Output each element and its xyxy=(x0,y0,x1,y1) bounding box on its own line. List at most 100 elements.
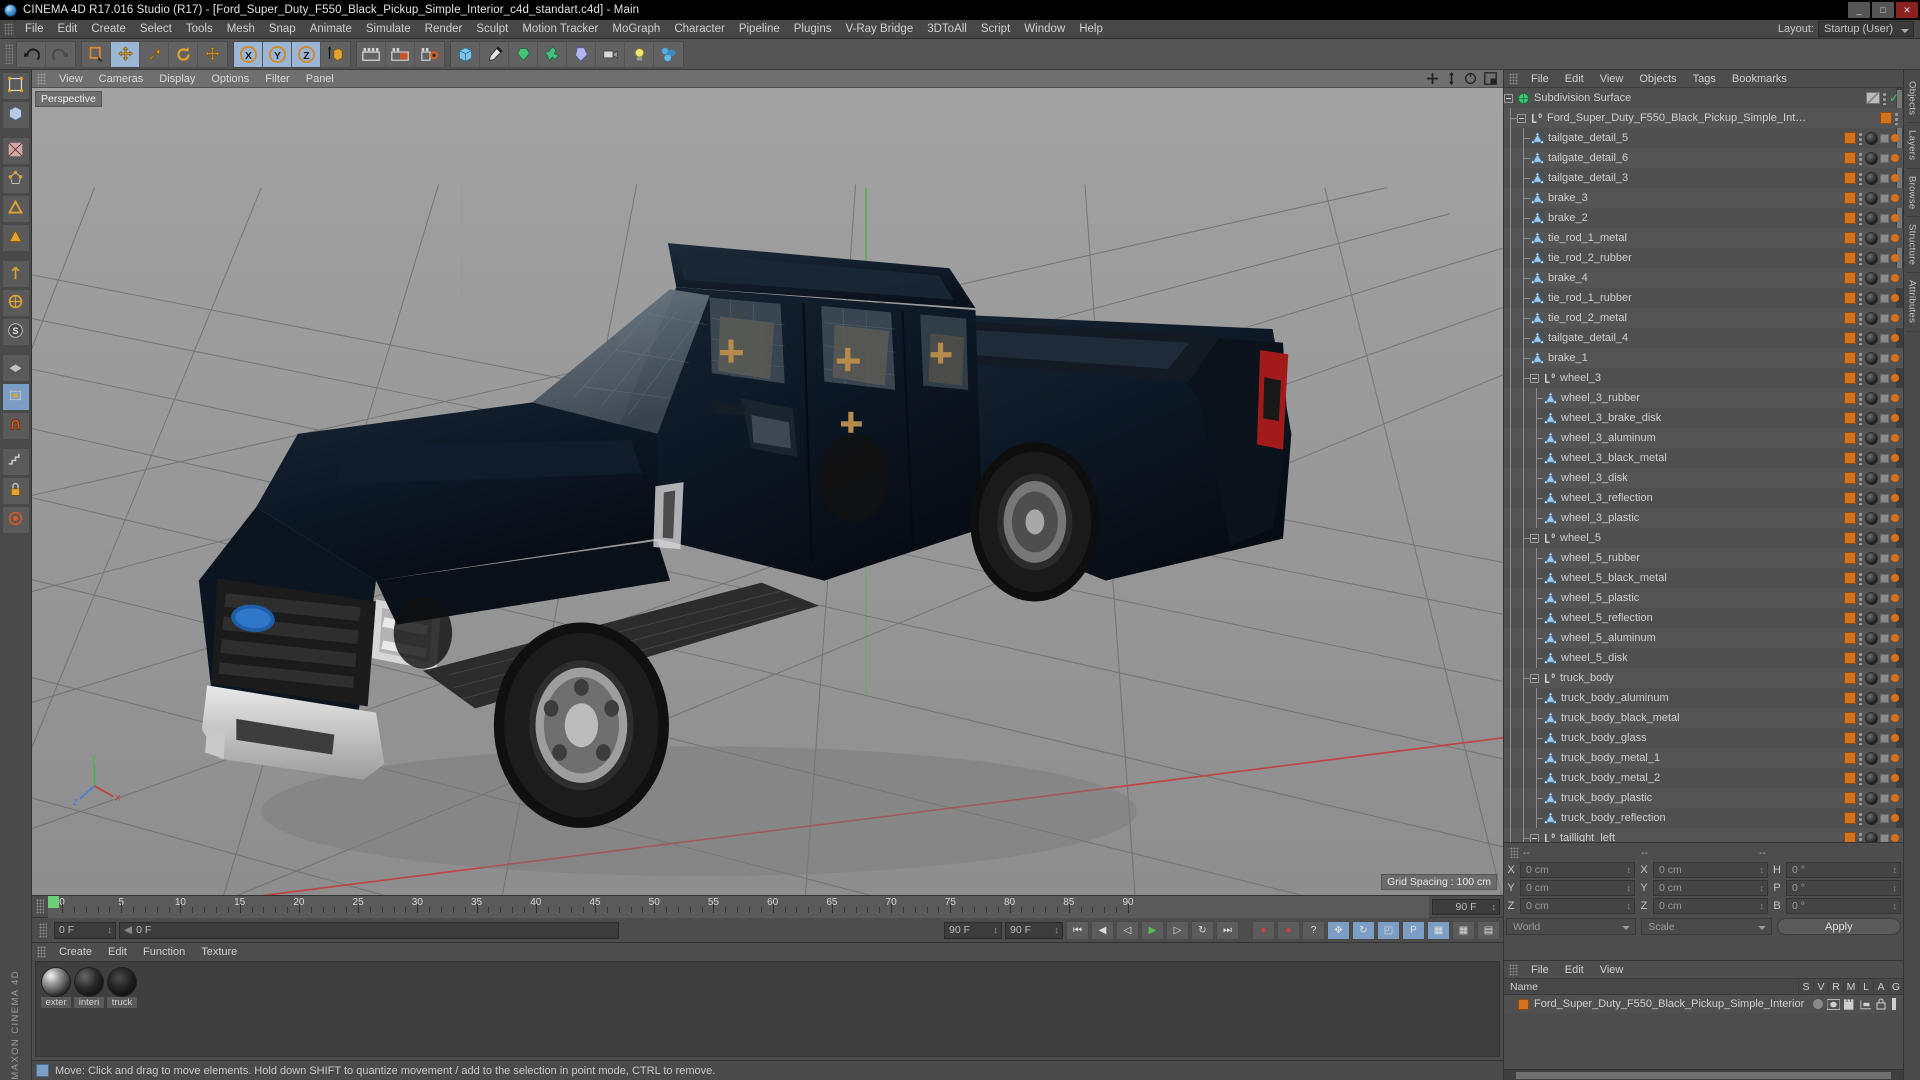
timeline-button[interactable]: ▤ xyxy=(1477,920,1500,940)
perspective-viewport[interactable]: Perspective Grid Spacing : 100 cm y x z xyxy=(32,88,1503,895)
material-chip-icon[interactable] xyxy=(1865,411,1878,425)
camera-button[interactable] xyxy=(596,41,625,67)
timeline-ruler[interactable]: 0 5 10 15 20 25 30 35 40 45 50 55 60 65 70 75 80 85 90 xyxy=(48,895,1429,918)
material-tag[interactable] xyxy=(1844,352,1856,364)
material-chip-icon[interactable] xyxy=(1865,211,1878,225)
menu-item-create[interactable]: Create xyxy=(84,22,133,36)
uv-tag-icon[interactable] xyxy=(1880,793,1889,803)
object-row[interactable]: tailgate_detail_3 xyxy=(1504,168,1903,188)
material-tag[interactable] xyxy=(1844,252,1856,264)
menu-item-file[interactable]: File xyxy=(18,22,51,36)
material-tag[interactable] xyxy=(1844,312,1856,324)
menu-grip-icon[interactable] xyxy=(4,22,14,36)
object-row[interactable]: tie_rod_2_metal xyxy=(1504,308,1903,328)
add-cube-button[interactable] xyxy=(451,41,480,67)
render-view-button[interactable] xyxy=(357,41,386,67)
uv-tag-icon[interactable] xyxy=(1880,773,1889,783)
timeline-end-field[interactable]: 90 F xyxy=(1432,898,1500,915)
material-tag[interactable] xyxy=(1844,172,1856,184)
object-row[interactable]: truck_body_reflection xyxy=(1504,808,1903,828)
render-settings-button[interactable] xyxy=(415,42,444,67)
material-tag[interactable] xyxy=(1844,452,1856,464)
material-tag[interactable] xyxy=(1844,332,1856,344)
material-tag[interactable] xyxy=(1844,552,1856,564)
material-chip-icon[interactable] xyxy=(1865,791,1878,805)
object-row[interactable]: wheel_5_black_metal xyxy=(1504,568,1903,588)
selection-tag-icon[interactable] xyxy=(1891,534,1899,542)
light-button[interactable] xyxy=(625,41,654,67)
selection-tag-icon[interactable] xyxy=(1891,414,1899,422)
selection-tag-icon[interactable] xyxy=(1891,454,1899,462)
object-row[interactable]: 0 taillight_left xyxy=(1504,828,1903,842)
object-row[interactable]: truck_body_black_metal xyxy=(1504,708,1903,728)
uv-tag-icon[interactable] xyxy=(1880,833,1889,842)
enabled-check-icon[interactable]: ✓ xyxy=(1889,91,1899,105)
manager-icon[interactable] xyxy=(1860,999,1872,1010)
model-mode-button[interactable] xyxy=(1,101,30,129)
material-grip-icon[interactable] xyxy=(37,946,46,958)
orbit-icon[interactable] xyxy=(1464,72,1477,85)
scale-key-button[interactable]: ◰ xyxy=(1377,920,1400,940)
uv-tag-icon[interactable] xyxy=(1880,513,1889,523)
coordinate-space-dropdown[interactable]: World xyxy=(1506,918,1637,935)
world-object-toggle[interactable] xyxy=(321,42,350,67)
size-input[interactable]: 0 cm xyxy=(1653,898,1768,914)
position-input[interactable]: 0 cm xyxy=(1520,862,1635,878)
rotation-input[interactable]: 0 ° xyxy=(1786,862,1901,878)
uv-tag-icon[interactable] xyxy=(1880,453,1889,463)
viewport-menu-panel[interactable]: Panel xyxy=(298,73,342,85)
uv-tag-icon[interactable] xyxy=(1880,713,1889,723)
material-chip-icon[interactable] xyxy=(1865,731,1878,745)
material-tag[interactable] xyxy=(1844,592,1856,604)
material-chip-icon[interactable] xyxy=(1865,511,1878,525)
material-tag[interactable] xyxy=(1844,472,1856,484)
zoom-icon[interactable] xyxy=(1446,72,1457,85)
viewport-menu-display[interactable]: Display xyxy=(151,73,203,85)
dock-tab-structure[interactable]: Structure xyxy=(1905,217,1919,274)
expand-toggle[interactable] xyxy=(1530,833,1539,842)
material-tag[interactable] xyxy=(1844,232,1856,244)
point-mode-button[interactable] xyxy=(1,166,30,194)
viewport-menu-cameras[interactable]: Cameras xyxy=(91,73,152,85)
uv-tag-icon[interactable] xyxy=(1880,333,1889,343)
close-button[interactable]: ✕ xyxy=(1896,2,1918,18)
polygon-mode-button[interactable] xyxy=(1,224,30,252)
uv-tag-icon[interactable] xyxy=(1880,313,1889,323)
animation-icon[interactable] xyxy=(1890,998,1898,1010)
material-tag[interactable] xyxy=(1844,632,1856,644)
object-row[interactable]: tailgate_detail_5 xyxy=(1504,128,1903,148)
material-tag[interactable] xyxy=(1844,212,1856,224)
size-input[interactable]: 0 cm xyxy=(1653,862,1768,878)
material-tag[interactable] xyxy=(1844,372,1856,384)
viewport-solo-button[interactable] xyxy=(1,383,30,411)
render-queue-button[interactable] xyxy=(1,506,30,534)
material-tag[interactable] xyxy=(1844,412,1856,424)
object-row[interactable]: wheel_3_plastic xyxy=(1504,508,1903,528)
material-tag[interactable] xyxy=(1844,612,1856,624)
coordinate-mode-dropdown[interactable]: Scale xyxy=(1641,918,1772,935)
material-chip-icon[interactable] xyxy=(1865,171,1878,185)
pan-icon[interactable] xyxy=(1426,72,1439,85)
object-row[interactable]: tie_rod_1_rubber xyxy=(1504,288,1903,308)
material-menu-function[interactable]: Function xyxy=(135,946,193,958)
material-tag[interactable] xyxy=(1844,772,1856,784)
viewport-menu-options[interactable]: Options xyxy=(203,73,257,85)
make-editable-button[interactable] xyxy=(1,72,30,100)
uv-tag-icon[interactable] xyxy=(1880,413,1889,423)
uv-tag-icon[interactable] xyxy=(1880,393,1889,403)
object-row[interactable]: wheel_3_rubber xyxy=(1504,388,1903,408)
menu-item-simulate[interactable]: Simulate xyxy=(359,22,418,36)
selection-tag-icon[interactable] xyxy=(1891,254,1899,262)
uv-tag-icon[interactable] xyxy=(1880,193,1889,203)
snap-button[interactable] xyxy=(1,412,30,440)
menu-item-window[interactable]: Window xyxy=(1017,22,1072,36)
uv-tag-icon[interactable] xyxy=(1880,373,1889,383)
viewport-menu-view[interactable]: View xyxy=(51,73,91,85)
workplane-button[interactable] xyxy=(1,354,30,382)
selection-tag-icon[interactable] xyxy=(1891,174,1899,182)
material-chip-icon[interactable] xyxy=(1865,471,1878,485)
object-row[interactable]: wheel_3_black_metal xyxy=(1504,448,1903,468)
object-row[interactable]: truck_body_aluminum xyxy=(1504,688,1903,708)
material-chip-icon[interactable] xyxy=(1865,191,1878,205)
mograph-button[interactable] xyxy=(654,42,683,67)
